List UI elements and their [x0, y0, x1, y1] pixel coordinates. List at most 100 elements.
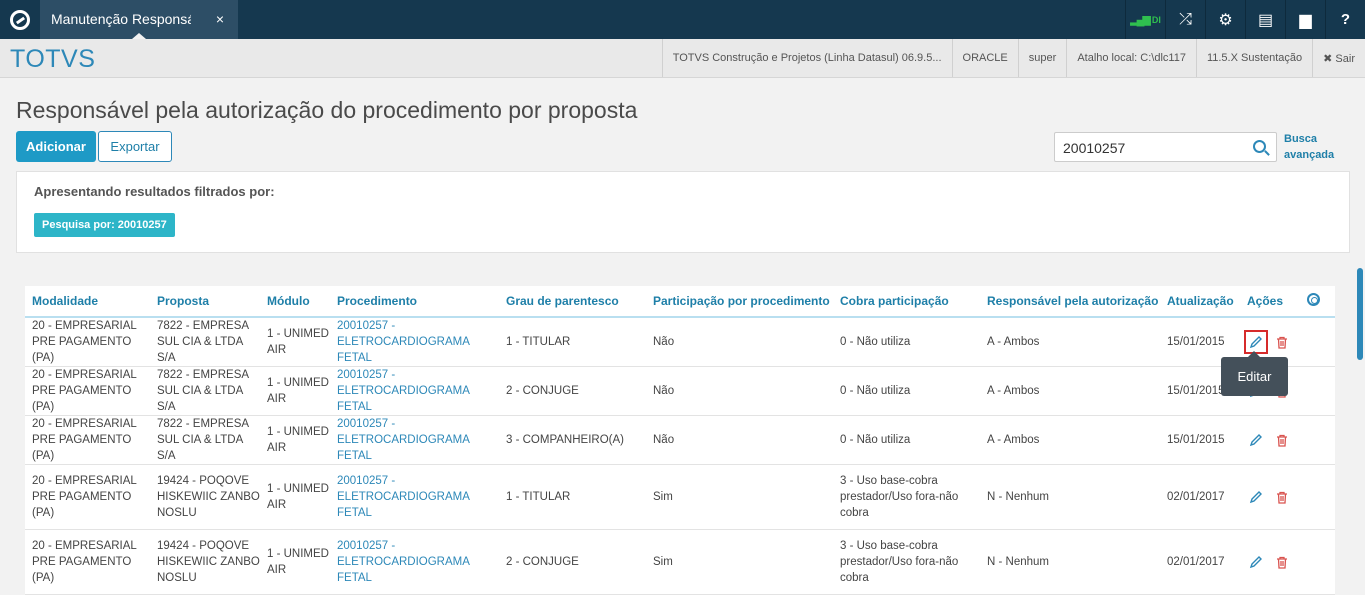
- edit-icon[interactable]: [1247, 431, 1265, 449]
- settings-gear-icon[interactable]: [1307, 293, 1320, 306]
- delete-icon[interactable]: [1273, 431, 1291, 449]
- signal-bars: ▂▄▆: [1130, 14, 1151, 26]
- table-cell: 20 - EMPRESARIAL PRE PAGAMENTO (PA): [25, 366, 150, 416]
- table-cell: Não: [646, 317, 833, 367]
- column-header[interactable]: Ações: [1240, 286, 1300, 318]
- results-table: Modalidade Proposta Módulo Procedimento Grau…: [25, 286, 1335, 595]
- table-cell: 20 - EMPRESARIAL PRE PAGAMENTO (PA): [25, 529, 150, 595]
- table-cell[interactable]: 20010257 - ELETROCARDIOGRAMA FETAL: [330, 415, 499, 465]
- table-cell[interactable]: 20010257 - ELETROCARDIOGRAMA FETAL: [330, 317, 499, 367]
- table-row[interactable]: 20 - EMPRESARIAL PRE PAGAMENTO (PA) 7822 …: [25, 366, 1335, 416]
- table-cell: 02/01/2017: [1160, 464, 1240, 530]
- table-row[interactable]: 20 - EMPRESARIAL PRE PAGAMENTO (PA) 19424…: [25, 529, 1335, 595]
- table-cell: N - Nenhum: [980, 464, 1160, 530]
- column-header[interactable]: Cobra participação: [833, 286, 980, 318]
- export-button[interactable]: Exportar: [98, 131, 172, 162]
- edit-icon[interactable]: [1247, 553, 1265, 571]
- edit-icon[interactable]: [1244, 330, 1268, 354]
- table-cell: 7822 - EMPRESA SUL CIA & LTDA S/A: [150, 317, 260, 367]
- search-icon[interactable]: [1253, 140, 1266, 153]
- spacer-cell: [1300, 529, 1335, 595]
- table-cell: 1 - UNIMED AIR: [260, 415, 330, 465]
- spacer-cell: [1300, 366, 1335, 416]
- edit-icon[interactable]: [1247, 488, 1265, 506]
- table-cell: 0 - Não utiliza: [833, 317, 980, 367]
- table-cell: 1 - UNIMED AIR: [260, 317, 330, 367]
- table-row[interactable]: 20 - EMPRESARIAL PRE PAGAMENTO (PA) 7822 …: [25, 415, 1335, 465]
- table-row[interactable]: 20 - EMPRESARIAL PRE PAGAMENTO (PA) 7822 …: [25, 317, 1335, 367]
- table-cell: Sim: [646, 464, 833, 530]
- toolbar-icons: ▂▄▆ DI ⤮ ⚙ ▤ ▆?: [1125, 0, 1365, 39]
- version-info: 11.5.X Sustentação: [1195, 39, 1312, 77]
- table-cell: 19424 - POQOVE HISKEWIIC ZANBO NOSLU: [150, 529, 260, 595]
- app-header: TOTVS TOTVS Construção e Projetos (Linha…: [0, 39, 1365, 78]
- shuffle-icon[interactable]: ⤮: [1165, 0, 1205, 39]
- table-cell: 0 - Não utiliza: [833, 415, 980, 465]
- column-header[interactable]: Modalidade: [25, 286, 150, 318]
- header-info: TOTVS Construção e Projetos (Linha Datas…: [661, 39, 1365, 77]
- table-cell[interactable]: 20010257 - ELETROCARDIOGRAMA FETAL: [330, 366, 499, 416]
- shortcut-info: Atalho local: C:\dlc117: [1066, 39, 1196, 77]
- database-info: ORACLE: [951, 39, 1018, 77]
- search-input[interactable]: 20010257: [1054, 132, 1277, 162]
- edit-tooltip: Editar: [1221, 351, 1288, 396]
- table-cell: 3 - COMPANHEIRO(A): [499, 415, 646, 465]
- scrollbar[interactable]: [1357, 268, 1363, 360]
- filter-title: Apresentando resultados filtrados por:: [34, 184, 275, 199]
- table-cell: A - Ambos: [980, 366, 1160, 416]
- spacer-cell: [1300, 317, 1335, 367]
- table-cell: 2 - CONJUGE: [499, 529, 646, 595]
- column-header[interactable]: Atualização: [1160, 286, 1240, 318]
- table-cell: 02/01/2017: [1160, 529, 1240, 595]
- close-tab-icon[interactable]: ×: [216, 11, 224, 27]
- actions-cell: [1240, 464, 1300, 530]
- column-header[interactable]: Grau de parentesco: [499, 286, 646, 318]
- logout-button[interactable]: ✖ Sair: [1312, 39, 1365, 77]
- table-cell: 3 - Uso base-cobra prestador/Uso fora-nã…: [833, 529, 980, 595]
- column-header[interactable]: Procedimento: [330, 286, 499, 318]
- top-bar: Manutenção Responsá × ▂▄▆ DI ⤮ ⚙ ▤ ▆?: [0, 0, 1365, 39]
- table-cell: 0 - Não utiliza: [833, 366, 980, 416]
- table-cell: 20 - EMPRESARIAL PRE PAGAMENTO (PA): [25, 317, 150, 367]
- delete-icon[interactable]: [1273, 553, 1291, 571]
- column-settings[interactable]: [1300, 286, 1335, 318]
- table-cell[interactable]: 20010257 - ELETROCARDIOGRAMA FETAL: [330, 464, 499, 530]
- page-title: Responsável pela autorização do procedim…: [16, 97, 638, 123]
- column-header[interactable]: Participação por procedimento: [646, 286, 833, 318]
- table-cell: N - Nenhum: [980, 529, 1160, 595]
- help-icon[interactable]: ?: [1325, 0, 1365, 39]
- table-cell: 1 - UNIMED AIR: [260, 366, 330, 416]
- table-cell[interactable]: 20010257 - ELETROCARDIOGRAMA FETAL: [330, 529, 499, 595]
- delete-icon[interactable]: [1273, 333, 1291, 351]
- column-header[interactable]: Proposta: [150, 286, 260, 318]
- table-cell: 3 - Uso base-cobra prestador/Uso fora-nã…: [833, 464, 980, 530]
- advanced-search-link[interactable]: Busca avançada: [1284, 131, 1344, 163]
- column-header[interactable]: Módulo: [260, 286, 330, 318]
- column-header[interactable]: Responsável pela autorização: [980, 286, 1160, 318]
- table-cell: Sim: [646, 529, 833, 595]
- table-cell: 20 - EMPRESARIAL PRE PAGAMENTO (PA): [25, 415, 150, 465]
- table-row[interactable]: 20 - EMPRESARIAL PRE PAGAMENTO (PA) 19424…: [25, 464, 1335, 530]
- gear-icon[interactable]: ⚙: [1205, 0, 1245, 39]
- delete-icon[interactable]: [1273, 488, 1291, 506]
- table-cell: 1 - UNIMED AIR: [260, 464, 330, 530]
- table-cell: 1 - TITULAR: [499, 317, 646, 367]
- table-cell: 15/01/2015: [1160, 415, 1240, 465]
- tab-manutencao[interactable]: Manutenção Responsá ×: [40, 0, 238, 39]
- document-icon[interactable]: ▤: [1245, 0, 1285, 39]
- add-button[interactable]: Adicionar: [16, 131, 96, 162]
- signal-icon[interactable]: ▂▄▆ DI: [1125, 0, 1165, 39]
- spacer-cell: [1300, 464, 1335, 530]
- filter-tag[interactable]: Pesquisa por: 20010257: [34, 213, 175, 237]
- signal-label: DI: [1151, 14, 1161, 25]
- table-cell: A - Ambos: [980, 317, 1160, 367]
- actions-cell: [1240, 415, 1300, 465]
- tab-label: Manutenção Responsá: [51, 11, 191, 27]
- table-cell: 19424 - POQOVE HISKEWIIC ZANBO NOSLU: [150, 464, 260, 530]
- table-cell: Não: [646, 366, 833, 416]
- chat-icon[interactable]: ▆: [1285, 0, 1325, 39]
- table-cell: 1 - TITULAR: [499, 464, 646, 530]
- actions-cell: [1240, 529, 1300, 595]
- totvs-logo-icon[interactable]: [0, 0, 39, 39]
- brand-logo: TOTVS: [10, 45, 96, 73]
